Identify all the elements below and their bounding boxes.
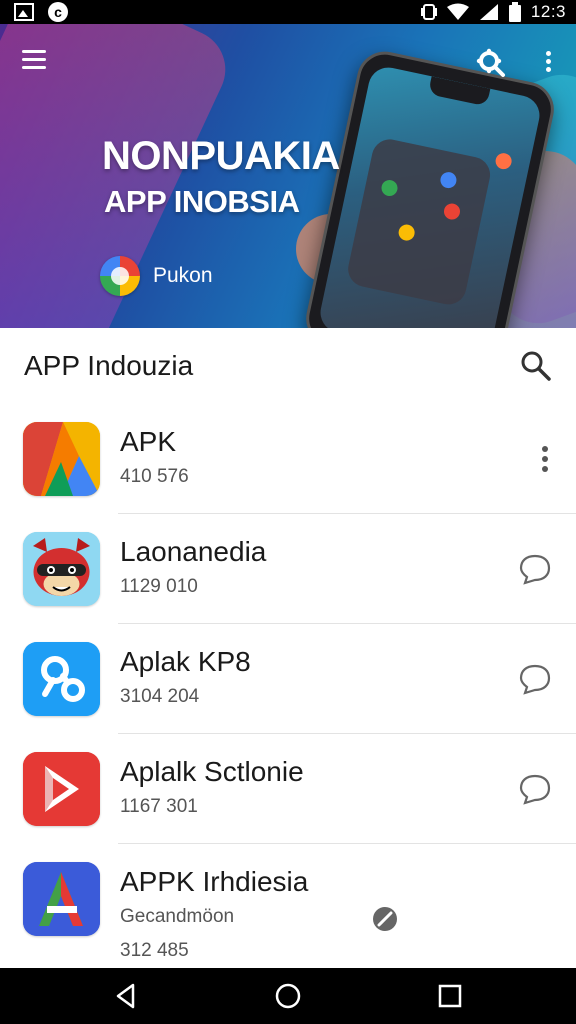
app-icon	[23, 862, 100, 936]
recents-icon[interactable]	[436, 982, 464, 1010]
c-app-icon: c	[48, 2, 68, 22]
list-item[interactable]: APK 410 576	[0, 404, 576, 514]
app-meta: Gecandmöon	[120, 906, 235, 927]
more-vert-icon[interactable]	[518, 442, 552, 476]
search-icon[interactable]	[518, 348, 554, 384]
section-header: APP Indouzia	[0, 328, 576, 404]
battery-icon	[508, 2, 521, 22]
list-item[interactable]: APPK Irhdiesia Gecandmöon 312 485	[0, 844, 576, 968]
app-meta: 3104 204	[120, 686, 200, 707]
list-item[interactable]: Aplak KP8 3104 204	[0, 624, 576, 734]
chat-bubble-icon[interactable]	[518, 772, 552, 806]
status-bar: c 12:3	[0, 0, 576, 24]
app-name: APPK Irhdiesia	[120, 866, 309, 897]
chat-bubble-icon[interactable]	[518, 552, 552, 586]
app-name: APK	[120, 426, 177, 457]
app-name: Aplalk Sctlonie	[120, 756, 304, 787]
home-icon[interactable]	[274, 982, 302, 1010]
clock: 12:3	[530, 2, 566, 21]
hero-subtitle: APP INOBSIA	[104, 184, 300, 219]
app-meta-secondary: 312 485	[120, 940, 189, 961]
gallery-icon	[14, 3, 34, 21]
brand-logo-icon	[100, 256, 140, 296]
menu-icon[interactable]	[22, 50, 46, 70]
app-icon	[23, 532, 100, 606]
app-icon	[23, 422, 100, 496]
app-icon	[23, 642, 100, 716]
app-name: Laonanedia	[120, 536, 267, 567]
brand-name: Pukon	[153, 264, 213, 287]
wifi-icon	[446, 3, 469, 20]
list-item[interactable]: Laonanedia 1129 010	[0, 514, 576, 624]
list-item[interactable]: Aplalk Sctlonie 1167 301	[0, 734, 576, 844]
app-meta: 1167 301	[120, 796, 198, 817]
link-icon[interactable]	[368, 902, 402, 936]
back-icon[interactable]	[112, 982, 140, 1010]
app-meta: 410 576	[120, 466, 189, 487]
app-meta: 1129 010	[120, 576, 198, 597]
hero-banner: NONPUAKIA APP INOBSIA Pukon	[0, 24, 576, 328]
settings-search-icon[interactable]	[476, 48, 506, 78]
more-vert-icon[interactable]	[538, 48, 558, 78]
hero-title: NONPUAKIA	[102, 134, 340, 178]
app-icon	[23, 752, 100, 826]
section-title: APP Indouzia	[24, 350, 194, 381]
navigation-bar	[0, 968, 576, 1024]
signal-icon	[479, 4, 498, 20]
chat-bubble-icon[interactable]	[518, 662, 552, 696]
app-name: Aplak KP8	[120, 646, 251, 677]
vibrate-icon	[420, 4, 437, 20]
